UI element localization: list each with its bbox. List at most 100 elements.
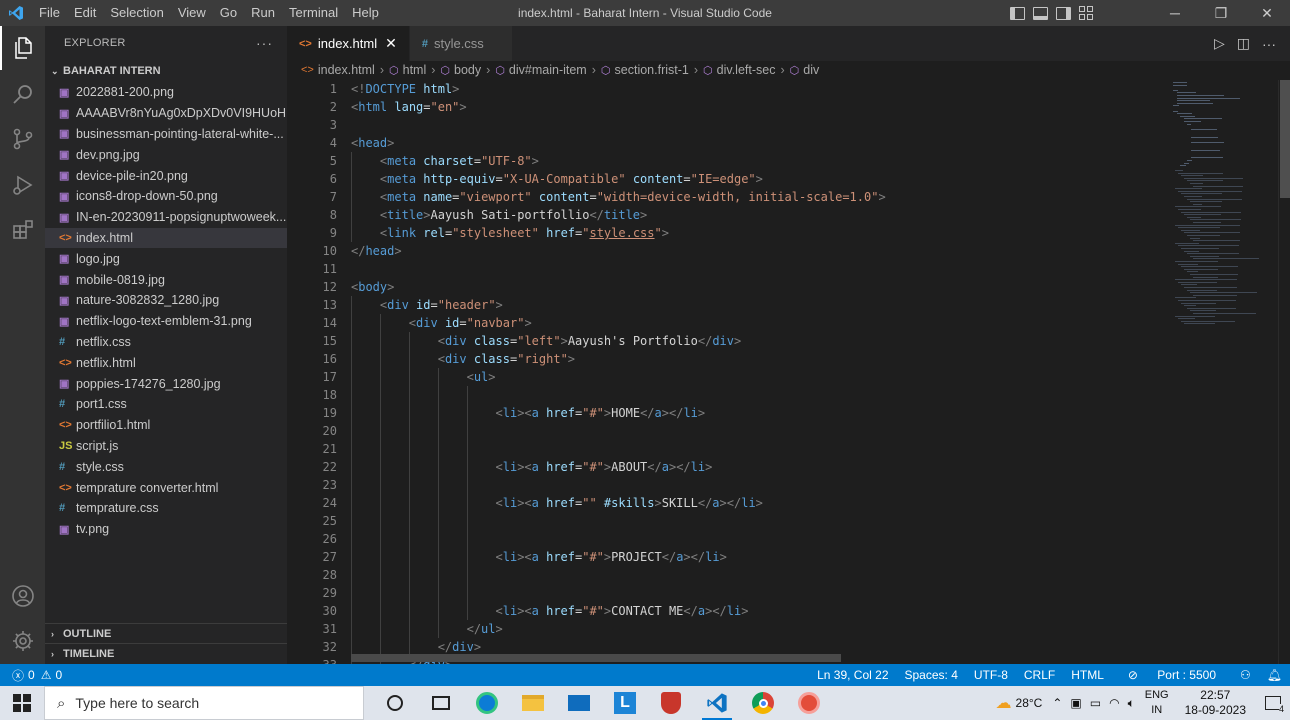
- meet-now-icon[interactable]: ▣: [1070, 696, 1081, 710]
- menu-view[interactable]: View: [171, 0, 213, 26]
- customize-layout-icon[interactable]: [1079, 6, 1094, 20]
- file-item[interactable]: ▣ poppies-174276_1280.jpg: [45, 373, 287, 394]
- file-item[interactable]: <> index.html: [45, 227, 287, 249]
- settings-gear-icon[interactable]: [0, 619, 45, 663]
- toggle-panel-icon[interactable]: [1033, 6, 1048, 20]
- close-window-button[interactable]: ✕: [1244, 0, 1290, 26]
- temperature[interactable]: 28°C: [1016, 696, 1043, 710]
- more-icon[interactable]: ···: [1262, 36, 1276, 52]
- file-item[interactable]: ▣ 2022881-200.png: [45, 82, 287, 103]
- file-item[interactable]: ▣ logo.jpg: [45, 248, 287, 269]
- run-debug-icon[interactable]: [0, 163, 45, 207]
- code-token: li: [690, 460, 706, 474]
- file-item[interactable]: ▣ IN-en-20230911-popsignuptwoweek...: [45, 207, 287, 228]
- edge-icon[interactable]: [464, 686, 510, 720]
- cursor-position[interactable]: Ln 39, Col 22: [809, 668, 896, 682]
- outline-section[interactable]: › OUTLINE: [45, 623, 287, 644]
- minimap[interactable]: [1163, 80, 1276, 664]
- menu-go[interactable]: Go: [213, 0, 244, 26]
- close-icon[interactable]: ✕: [385, 35, 397, 52]
- code-token: ><: [517, 496, 532, 510]
- recorder-icon[interactable]: [786, 686, 832, 720]
- file-item[interactable]: ▣ tv.png: [45, 519, 287, 540]
- line-ending[interactable]: CRLF: [1016, 668, 1063, 682]
- weather-icon[interactable]: ☁: [996, 693, 1012, 713]
- explorer-icon[interactable]: [0, 26, 45, 70]
- scrollbar-thumb[interactable]: [1280, 80, 1290, 198]
- accounts-icon[interactable]: [0, 574, 45, 618]
- task-view-icon[interactable]: [418, 686, 464, 720]
- folder-header[interactable]: ⌄ BAHARAT INTERN: [45, 60, 287, 82]
- file-item[interactable]: # style.css: [45, 456, 287, 477]
- timeline-section[interactable]: › TIMELINE: [45, 643, 287, 664]
- feedback-icon[interactable]: ⚇: [1232, 668, 1259, 682]
- breadcrumb-item[interactable]: div.left-sec: [717, 63, 776, 77]
- file-item[interactable]: JS script.js: [45, 436, 287, 457]
- breadcrumb-item[interactable]: body: [454, 63, 481, 77]
- file-item[interactable]: ▣ mobile-0819.jpg: [45, 269, 287, 290]
- file-item[interactable]: <> netflix.html: [45, 352, 287, 373]
- menu-terminal[interactable]: Terminal: [282, 0, 345, 26]
- tab-style-css[interactable]: # style.css: [409, 26, 513, 61]
- file-item[interactable]: ▣ icons8-drop-down-50.png: [45, 186, 287, 207]
- file-item[interactable]: ▣ nature-3082832_1280.jpg: [45, 290, 287, 311]
- file-item[interactable]: <> portfilio1.html: [45, 415, 287, 436]
- taskbar-search[interactable]: ⌕ Type here to search: [44, 686, 364, 720]
- menu-file[interactable]: File: [32, 0, 67, 26]
- split-editor-icon[interactable]: ◫: [1237, 35, 1250, 52]
- breadcrumb-item[interactable]: index.html: [318, 63, 375, 77]
- file-item[interactable]: ▣ dev.png.jpg: [45, 144, 287, 165]
- live-server-port[interactable]: ⊘ Port : 5500: [1112, 668, 1232, 682]
- file-item[interactable]: # port1.css: [45, 394, 287, 415]
- menu-selection[interactable]: Selection: [103, 0, 170, 26]
- file-item[interactable]: # temprature.css: [45, 498, 287, 519]
- file-item[interactable]: <> temprature converter.html: [45, 477, 287, 498]
- file-item[interactable]: ▣ netflix-logo-text-emblem-31.png: [45, 311, 287, 332]
- tab-index-html[interactable]: <> index.html ✕: [287, 26, 410, 61]
- indentation[interactable]: Spaces: 4: [897, 668, 966, 682]
- show-hidden-icons[interactable]: ⌃: [1052, 696, 1062, 710]
- menu-run[interactable]: Run: [244, 0, 282, 26]
- battery-icon[interactable]: ▭: [1090, 696, 1101, 710]
- file-item[interactable]: # netflix.css: [45, 332, 287, 353]
- run-icon[interactable]: ▷: [1214, 35, 1225, 52]
- file-item[interactable]: ▣ AAAABVr8nYuAg0xDpXDv0VI9HUoH...: [45, 103, 287, 124]
- wifi-icon[interactable]: ◠: [1109, 696, 1119, 710]
- notifications-bell-icon[interactable]: 🔔︎: [1259, 668, 1290, 682]
- input-language[interactable]: ENG IN: [1145, 688, 1169, 718]
- language-mode[interactable]: HTML: [1063, 668, 1112, 682]
- toggle-secondary-sidebar-icon[interactable]: [1056, 6, 1071, 20]
- mail-icon[interactable]: [556, 686, 602, 720]
- minimize-button[interactable]: ─: [1152, 0, 1198, 26]
- clock[interactable]: 22:57 18-09-2023: [1185, 688, 1246, 718]
- search-icon[interactable]: [0, 72, 45, 116]
- toggle-sidebar-icon[interactable]: [1010, 6, 1025, 20]
- breadcrumb-item[interactable]: div#main-item: [509, 63, 587, 77]
- notification-center-icon[interactable]: 4: [1256, 686, 1290, 720]
- vertical-scrollbar[interactable]: [1278, 80, 1290, 664]
- encoding[interactable]: UTF-8: [966, 668, 1016, 682]
- horizontal-scrollbar[interactable]: [351, 654, 841, 662]
- vscode-taskbar-icon[interactable]: [694, 686, 740, 720]
- chrome-icon[interactable]: [740, 686, 786, 720]
- start-button[interactable]: [0, 686, 44, 720]
- code-editor[interactable]: <!DOCTYPE html> <html lang="en"> <head> <m…: [351, 80, 1161, 664]
- menu-edit[interactable]: Edit: [67, 0, 103, 26]
- more-actions-icon[interactable]: ···: [256, 35, 273, 51]
- restore-button[interactable]: ❐: [1198, 0, 1244, 26]
- source-control-icon[interactable]: [0, 117, 45, 161]
- problems-indicator[interactable]: ⓧ 0 ⚠ 0: [0, 667, 62, 684]
- file-item[interactable]: ▣ device-pile-in20.png: [45, 165, 287, 186]
- menu-help[interactable]: Help: [345, 0, 386, 26]
- breadcrumb-item[interactable]: section.frist-1: [615, 63, 689, 77]
- file-explorer-icon[interactable]: [510, 686, 556, 720]
- app-l-icon[interactable]: L: [602, 686, 648, 720]
- volume-icon[interactable]: 🔈︎: [1128, 696, 1135, 711]
- shield-app-icon[interactable]: [648, 686, 694, 720]
- line-number: 9: [329, 226, 337, 240]
- breadcrumb-item[interactable]: div: [803, 63, 819, 77]
- file-item[interactable]: ▣ businessman-pointing-lateral-white-...: [45, 124, 287, 145]
- extensions-icon[interactable]: [0, 208, 45, 252]
- breadcrumb-item[interactable]: html: [403, 63, 427, 77]
- cortana-icon[interactable]: [372, 686, 418, 720]
